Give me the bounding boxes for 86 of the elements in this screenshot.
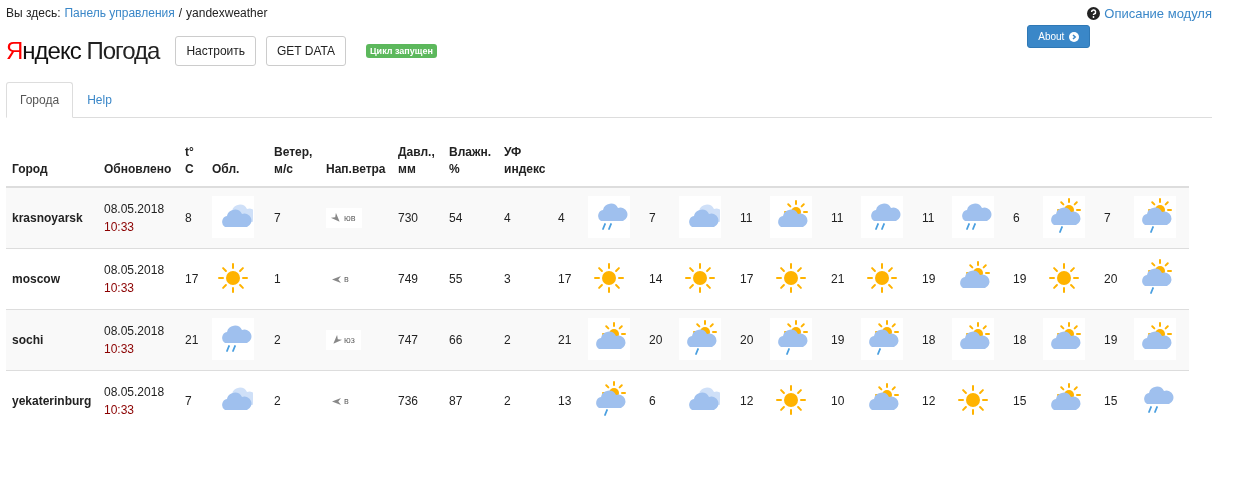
updated-time: 10:33 xyxy=(104,219,136,236)
wind-speed: 1 xyxy=(274,272,281,286)
settings-button[interactable]: Настроить xyxy=(175,36,257,66)
wind-speed: 2 xyxy=(274,333,281,347)
column-header: Город xyxy=(12,162,48,176)
forecast-temperature: 20 xyxy=(649,333,663,347)
updated-time: 10:33 xyxy=(104,341,136,358)
forecast-temperature: 18 xyxy=(1013,333,1027,347)
temperature: 21 xyxy=(185,333,199,347)
forecast-temperature: 12 xyxy=(922,394,936,408)
column-header: Обновлено xyxy=(104,162,172,176)
breadcrumb-current: yandexweather xyxy=(186,6,268,22)
forecast-temperature: 4 xyxy=(558,211,565,225)
temperature: 7 xyxy=(185,394,192,408)
humidity: 55 xyxy=(449,272,463,286)
city-name: krasnoyarsk xyxy=(12,211,83,225)
forecast-temperature: 19 xyxy=(1104,333,1118,347)
forecast-temperature: 7 xyxy=(649,211,656,225)
uv-index: 2 xyxy=(504,333,511,347)
column-header: Влажн. % xyxy=(449,145,492,176)
wind-speed: 2 xyxy=(274,394,281,408)
updated-date: 08.05.2018 xyxy=(104,323,166,340)
forecast-temperature: 10 xyxy=(831,394,845,408)
pressure: 749 xyxy=(398,272,419,286)
status-badge: Цикл запущен xyxy=(366,44,437,58)
humidity: 54 xyxy=(449,211,463,225)
wind-speed: 7 xyxy=(274,211,281,225)
uv-index: 2 xyxy=(504,394,511,408)
forecast-temperature: 13 xyxy=(558,394,572,408)
forecast-temperature: 19 xyxy=(922,272,936,286)
temperature: 17 xyxy=(185,272,199,286)
column-header: УФ индекс xyxy=(504,145,546,176)
city-name: yekaterinburg xyxy=(12,394,92,408)
forecast-temperature: 21 xyxy=(831,272,845,286)
forecast-temperature: 19 xyxy=(1013,272,1027,286)
forecast-temperature: 21 xyxy=(558,333,572,347)
updated-date: 08.05.2018 xyxy=(104,384,166,401)
get-data-button[interactable]: GET DATA xyxy=(266,36,347,66)
forecast-temperature: 6 xyxy=(1013,211,1020,225)
forecast-temperature: 20 xyxy=(740,333,754,347)
column-header: t° C xyxy=(185,145,194,176)
column-header: Ветер, м/с xyxy=(274,145,313,176)
column-header: Давл., мм xyxy=(398,145,435,176)
forecast-temperature: 6 xyxy=(649,394,656,408)
help-icon[interactable] xyxy=(1087,7,1101,20)
tab[interactable]: Города xyxy=(6,82,74,118)
forecast-temperature: 11 xyxy=(831,211,844,225)
breadcrumb-label: Вы здесь: xyxy=(6,6,61,22)
forecast-temperature: 14 xyxy=(649,272,663,286)
forecast-temperature: 15 xyxy=(1013,394,1027,408)
updated-date: 08.05.2018 xyxy=(104,201,166,218)
forecast-temperature: 19 xyxy=(831,333,845,347)
wind-direction: юз xyxy=(326,330,361,350)
forecast-temperature: 11 xyxy=(922,211,935,225)
forecast-temperature: 17 xyxy=(740,272,754,286)
forecast-temperature: 7 xyxy=(1104,211,1111,225)
city-name: moscow xyxy=(12,272,60,286)
forecast-temperature: 17 xyxy=(558,272,572,286)
column-header: Нап.ветра xyxy=(326,162,386,176)
pressure: 736 xyxy=(398,394,419,408)
pressure: 747 xyxy=(398,333,419,347)
updated-time: 10:33 xyxy=(104,402,136,419)
humidity: 66 xyxy=(449,333,463,347)
tab[interactable]: Help xyxy=(73,82,126,118)
arrow-icon xyxy=(332,396,341,406)
wind-direction: юв xyxy=(326,208,362,228)
column-header: Обл. xyxy=(212,162,240,176)
breadcrumb-separator: / xyxy=(178,6,183,22)
pressure: 730 xyxy=(398,211,419,225)
updated-date: 08.05.2018 xyxy=(104,262,166,279)
forecast-temperature: 12 xyxy=(740,394,754,408)
uv-index: 4 xyxy=(504,211,511,225)
arrow-icon xyxy=(332,274,341,284)
module-description-link[interactable]: Описание модуля xyxy=(1104,6,1212,21)
logo: Яндекс Погода xyxy=(6,37,160,65)
humidity: 87 xyxy=(449,394,463,408)
forecast-temperature: 18 xyxy=(922,333,936,347)
city-name: sochi xyxy=(12,333,44,347)
about-button[interactable]: About xyxy=(1027,25,1091,48)
forecast-temperature: 15 xyxy=(1104,394,1118,408)
forecast-temperature: 11 xyxy=(740,211,753,225)
temperature: 8 xyxy=(185,211,192,225)
info-icon xyxy=(1069,31,1080,42)
updated-time: 10:33 xyxy=(104,280,136,297)
uv-index: 3 xyxy=(504,272,511,286)
forecast-temperature: 20 xyxy=(1104,272,1118,286)
